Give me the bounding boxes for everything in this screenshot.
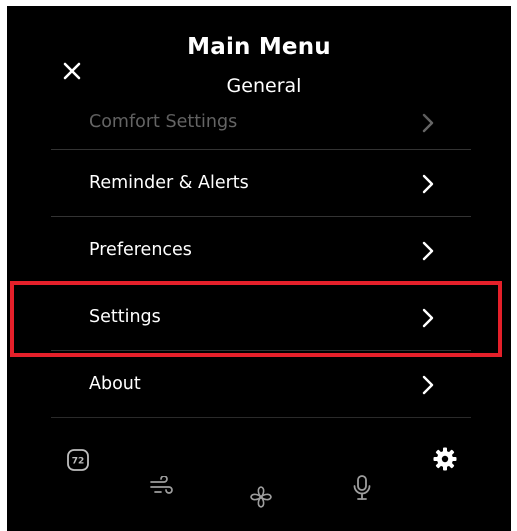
fan-button[interactable] <box>248 484 274 514</box>
menu-item-label: Preferences <box>89 240 192 260</box>
settings-button[interactable] <box>433 447 457 475</box>
voice-button[interactable] <box>351 474 373 506</box>
menu-item-reminder-alerts[interactable]: Reminder & Alerts <box>51 150 471 217</box>
menu-item-label: Settings <box>89 307 161 327</box>
air-flow-icon <box>150 475 173 494</box>
main-menu-screen: Main Menu Comfort Settings Reminder & Al… <box>7 6 511 531</box>
menu-item-label: Comfort Settings <box>89 112 238 132</box>
chevron-right-icon <box>422 113 434 133</box>
menu-item-preferences[interactable]: Preferences <box>51 217 471 284</box>
menu-list: Comfort Settings Reminder & Alerts Prefe… <box>51 84 471 418</box>
chevron-right-icon <box>422 375 434 395</box>
page-title: Main Menu <box>187 34 331 60</box>
section-subtitle: General <box>226 75 302 97</box>
gear-icon <box>433 447 457 471</box>
menu-item-settings[interactable]: Settings <box>51 284 471 351</box>
menu-item-label: About <box>89 374 141 394</box>
chevron-right-icon <box>422 241 434 261</box>
menu-item-about[interactable]: About <box>51 351 471 418</box>
fan-icon <box>250 486 272 508</box>
close-button[interactable] <box>57 56 87 86</box>
chevron-right-icon <box>422 174 434 194</box>
thermostat-value: 72 <box>72 457 85 467</box>
microphone-icon <box>353 475 371 500</box>
menu-item-label: Reminder & Alerts <box>89 173 249 193</box>
thermostat-icon: 72 <box>67 449 89 471</box>
close-icon <box>63 62 81 80</box>
thermostat-button[interactable]: 72 <box>66 448 90 476</box>
air-flow-button[interactable] <box>149 475 175 502</box>
chevron-right-icon <box>422 308 434 328</box>
